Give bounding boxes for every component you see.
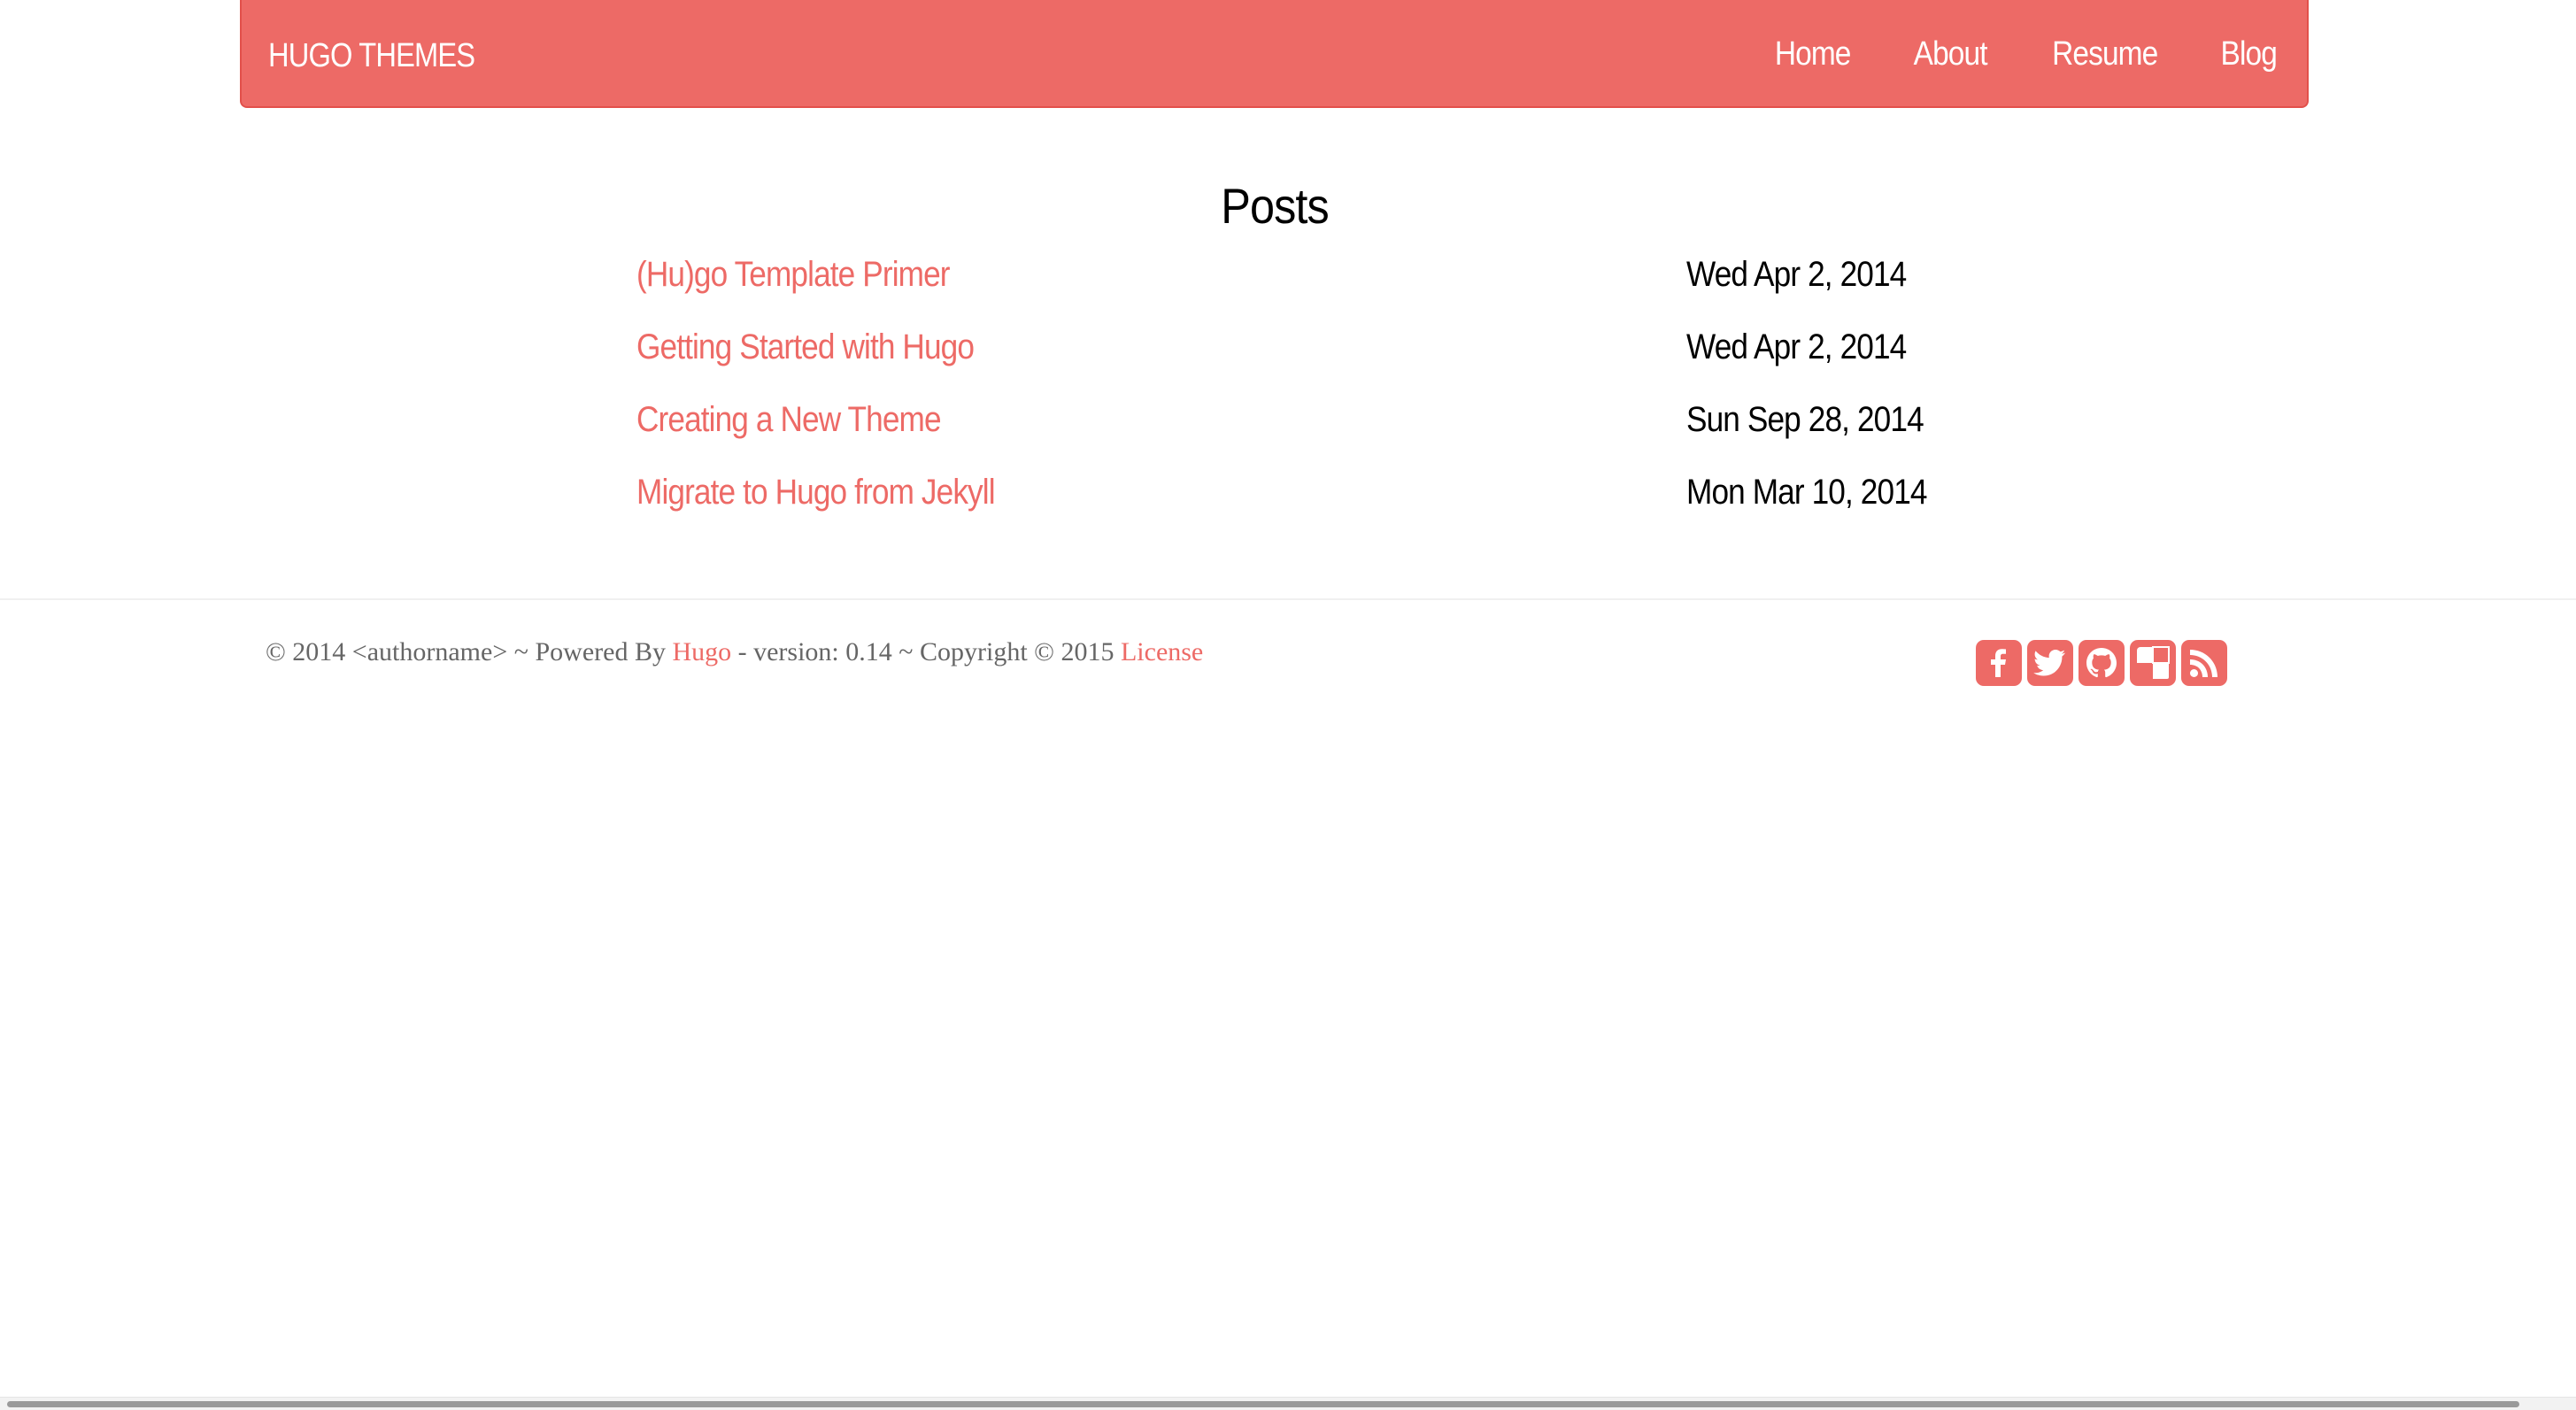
post-row: Migrate to Hugo from Jekyll Mon Mar 10, … — [636, 473, 1964, 545]
nav-home-link[interactable]: Home — [1751, 0, 1873, 110]
post-row: (Hu)go Template Primer Wed Apr 2, 2014 — [636, 255, 1964, 327]
horizontal-scrollbar[interactable] — [0, 1397, 2576, 1410]
main-nav: Home About Resume Blog — [1743, 0, 2282, 108]
post-title-link[interactable]: Migrate to Hugo from Jekyll — [636, 473, 996, 512]
top-navbar: HUGO THEMES Home About Resume Blog — [240, 0, 2309, 108]
license-link[interactable]: License — [1121, 637, 1203, 666]
hugo-link[interactable]: Hugo — [672, 637, 731, 666]
nav-blog-link[interactable]: Blog — [2197, 0, 2277, 110]
facebook-icon[interactable] — [1976, 640, 2022, 686]
post-title-link[interactable]: (Hu)go Template Primer — [636, 255, 951, 295]
post-date: Wed Apr 2, 2014 — [1686, 327, 1907, 366]
footer-divider — [0, 598, 2576, 600]
social-links — [1976, 640, 2227, 686]
rss-icon[interactable] — [2181, 640, 2227, 686]
post-title-link[interactable]: Getting Started with Hugo — [636, 327, 975, 367]
scrollbar-thumb[interactable] — [7, 1401, 2519, 1407]
footer-copyright: © 2014 <authorname> ~ Powered By Hugo - … — [266, 637, 1203, 667]
post-row: Getting Started with Hugo Wed Apr 2, 201… — [636, 327, 1964, 400]
post-list: (Hu)go Template Primer Wed Apr 2, 2014 G… — [636, 255, 1964, 545]
post-date: Sun Sep 28, 2014 — [1686, 400, 1924, 439]
post-date: Wed Apr 2, 2014 — [1686, 255, 1907, 294]
footer-text-middle: - version: 0.14 ~ Copyright © 2015 — [731, 637, 1121, 666]
footer-text-before: © 2014 <authorname> ~ Powered By — [266, 637, 673, 666]
post-title-link[interactable]: Creating a New Theme — [636, 400, 942, 440]
nav-resume-link[interactable]: Resume — [2029, 0, 2181, 110]
twitter-icon[interactable] — [2027, 640, 2073, 686]
delicious-icon[interactable] — [2130, 640, 2176, 686]
page-title: Posts — [1221, 178, 1329, 234]
github-icon[interactable] — [2079, 640, 2125, 686]
nav-about-link[interactable]: About — [1890, 0, 2010, 110]
post-date: Mon Mar 10, 2014 — [1686, 473, 1927, 512]
brand-link[interactable]: HUGO THEMES — [268, 0, 475, 108]
post-row: Creating a New Theme Sun Sep 28, 2014 — [636, 400, 1964, 473]
